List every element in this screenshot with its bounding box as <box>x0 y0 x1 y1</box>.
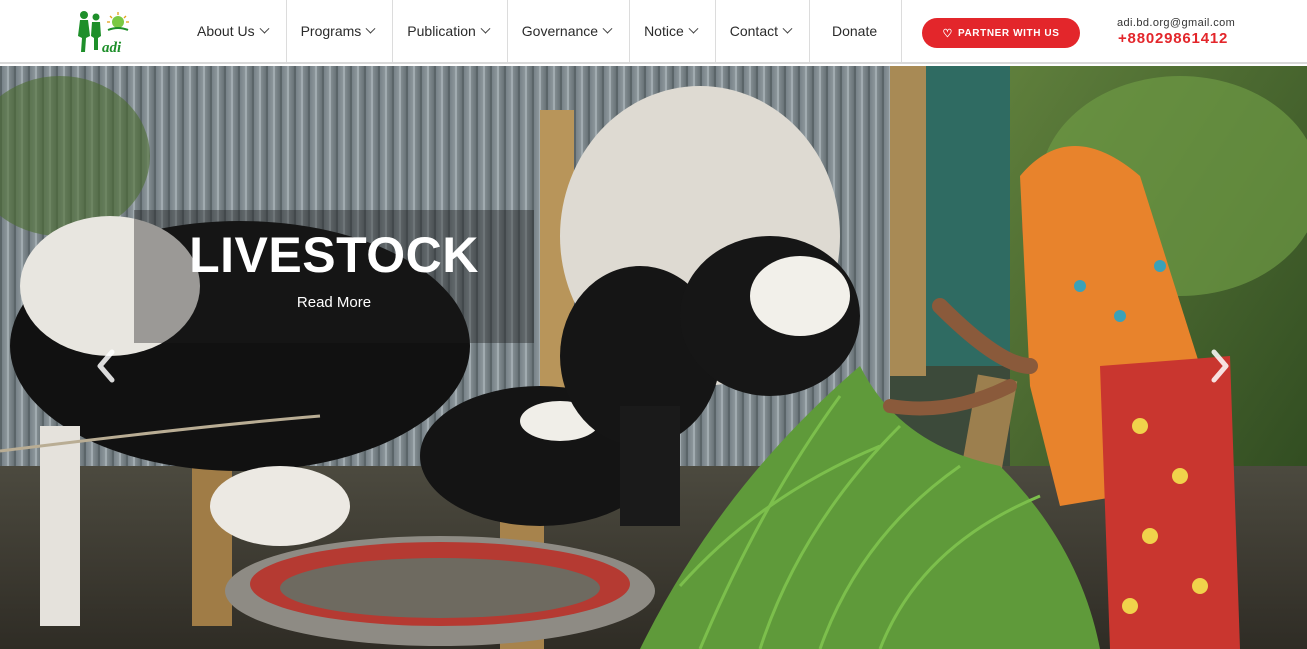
nav-item-donate[interactable]: Donate <box>810 0 903 62</box>
nav-label: Programs <box>300 23 362 39</box>
partner-with-us-button[interactable]: ♡ PARTNER WITH US <box>922 18 1080 48</box>
site-header: adi About Us Programs Publication Govern… <box>0 0 1307 64</box>
nav-item-governance[interactable]: Governance <box>508 0 631 62</box>
nav-label: Notice <box>644 23 684 39</box>
nav-item-contact[interactable]: Contact <box>716 0 810 62</box>
hero-slider: LIVESTOCK Read More <box>0 66 1307 649</box>
nav-label: Governance <box>521 23 599 39</box>
nav-label: Contact <box>729 23 778 39</box>
partner-button-label: PARTNER WITH US <box>957 27 1060 39</box>
adi-logo[interactable]: adi <box>74 8 134 60</box>
heart-icon: ♡ <box>942 27 953 40</box>
hero-photo-livestock <box>0 66 1307 649</box>
slider-next-button[interactable] <box>1206 348 1234 384</box>
nav-item-publication[interactable]: Publication <box>393 0 508 62</box>
nav-item-about-us[interactable]: About Us <box>183 0 287 62</box>
logo-text: adi <box>102 40 122 56</box>
contact-phone[interactable]: +88029861412 <box>1118 30 1228 47</box>
chevron-down-icon <box>602 23 613 34</box>
chevron-right-icon <box>1211 349 1229 383</box>
contact-email[interactable]: adi.bd.org@gmail.com <box>1117 17 1235 29</box>
nav-label: Donate <box>832 23 878 39</box>
slider-prev-button[interactable] <box>92 348 120 384</box>
chevron-down-icon <box>259 23 270 34</box>
chevron-down-icon <box>782 23 793 34</box>
slide-caption: LIVESTOCK Read More <box>134 210 534 343</box>
nav-label: About Us <box>197 23 255 39</box>
nav-item-programs[interactable]: Programs <box>287 0 394 62</box>
nav-item-notice[interactable]: Notice <box>630 0 716 62</box>
chevron-down-icon <box>365 23 376 34</box>
chevron-down-icon <box>480 23 491 34</box>
chevron-left-icon <box>97 349 115 383</box>
nav-label: Publication <box>407 23 476 39</box>
slide-title: LIVESTOCK <box>189 227 479 283</box>
chevron-down-icon <box>688 23 699 34</box>
read-more-link[interactable]: Read More <box>134 294 534 311</box>
main-nav: About Us Programs Publication Governance… <box>183 0 903 62</box>
